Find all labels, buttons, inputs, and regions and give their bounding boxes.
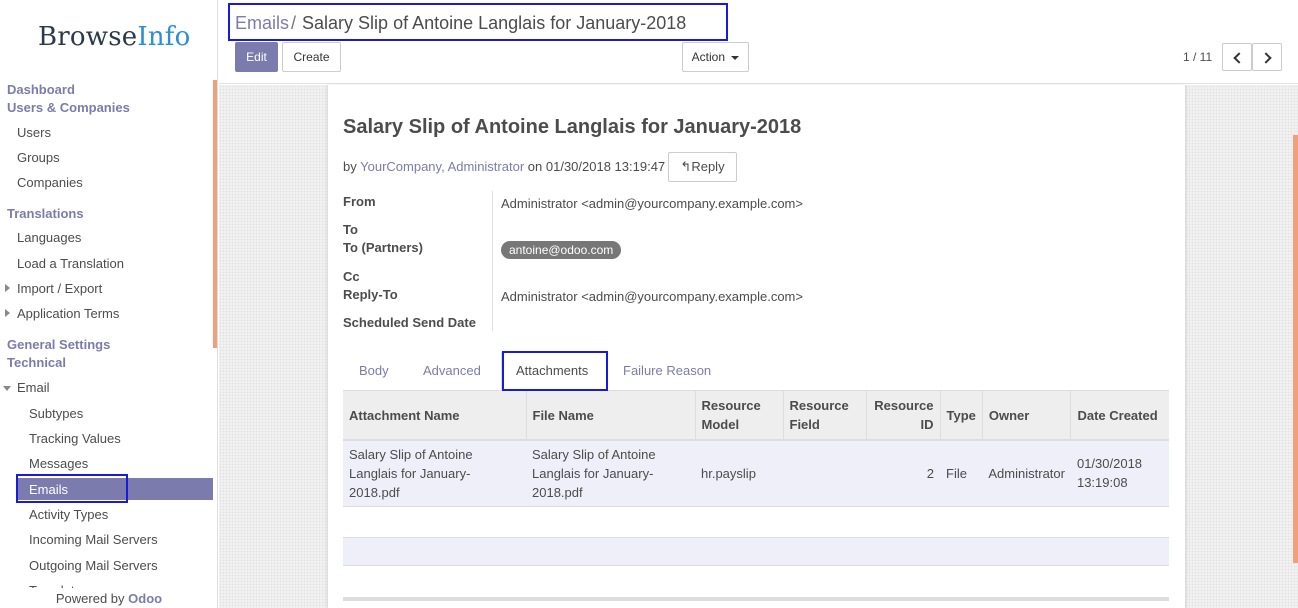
- brand-name-suffix: Info: [137, 22, 191, 52]
- on-label: on: [527, 159, 543, 174]
- attachments-tab-highlight-box: [502, 351, 608, 391]
- from-value: Administrator <admin@yourcompany.example…: [501, 196, 803, 211]
- column-header-date-created[interactable]: Date Created: [1070, 391, 1169, 441]
- column-header-resource-field[interactable]: Resource Field: [783, 391, 867, 441]
- action-label: Action: [691, 50, 725, 64]
- sidebar-section-technical[interactable]: Technical: [7, 355, 66, 370]
- sidebar-item-tracking-values[interactable]: Tracking Values: [29, 431, 121, 446]
- record-byline: by YourCompany, Administrator on 01/30/2…: [343, 159, 665, 174]
- to-label: To: [343, 222, 358, 237]
- sidebar-item-dashboard[interactable]: Dashboard: [7, 82, 75, 97]
- sidebar-item-messages[interactable]: Messages: [29, 456, 88, 471]
- table-empty-row: [343, 537, 1169, 566]
- author-link[interactable]: YourCompany, Administrator: [360, 159, 524, 174]
- sidebar-item-application-terms[interactable]: Application Terms: [17, 306, 119, 321]
- caret-right-icon: [5, 284, 10, 292]
- breadcrumb-highlight-box: [228, 3, 728, 41]
- brand-logo[interactable]: BrowseInfo: [38, 22, 190, 52]
- cell-resource-field: [783, 440, 866, 507]
- sidebar-item-companies[interactable]: Companies: [17, 175, 83, 190]
- fields-divider: [492, 191, 493, 331]
- pager-previous-button[interactable]: [1222, 43, 1252, 71]
- cell-owner: Administrator: [982, 440, 1071, 507]
- partner-tag[interactable]: antoine@odoo.com: [501, 241, 622, 259]
- sidebar-item-activity-types[interactable]: Activity Types: [29, 507, 108, 522]
- powered-by-brand[interactable]: Odoo: [128, 591, 162, 606]
- sidebar-section-general-settings[interactable]: General Settings: [7, 337, 110, 352]
- pager-next-button[interactable]: [1252, 43, 1282, 71]
- sidebar-item-incoming-mail-servers[interactable]: Incoming Mail Servers: [29, 532, 158, 547]
- by-label: by: [343, 159, 357, 174]
- reply-button[interactable]: ↰Reply: [668, 152, 737, 182]
- sidebar-item-users[interactable]: Users: [17, 125, 51, 140]
- column-header-type[interactable]: Type: [940, 391, 983, 441]
- control-panel: Emails / Salary Slip of Antoine Langlais f…: [219, 0, 1298, 84]
- pager-value[interactable]: 1 / 11: [1183, 50, 1212, 64]
- column-header-resource-model[interactable]: Resource Model: [695, 391, 784, 441]
- sidebar-section-users-companies[interactable]: Users & Companies: [7, 100, 130, 115]
- sidebar-section-translations[interactable]: Translations: [7, 206, 84, 221]
- record-date: 01/30/2018 13:19:47: [545, 159, 666, 174]
- edit-button[interactable]: Edit: [235, 42, 278, 72]
- record-title: Salary Slip of Antoine Langlais for Janu…: [343, 116, 802, 138]
- cell-file-name: Salary Slip of Antoine Langlais for Janu…: [526, 440, 695, 507]
- chevron-left-icon: [1232, 52, 1245, 64]
- sidebar-item-outgoing-mail-servers[interactable]: Outgoing Mail Servers: [29, 558, 158, 573]
- sidebar-item-languages[interactable]: Languages: [17, 230, 81, 245]
- sidebar-item-groups[interactable]: Groups: [17, 150, 60, 165]
- cc-label: Cc: [343, 269, 360, 284]
- cell-type: File: [940, 440, 983, 507]
- table-empty-row: [343, 567, 1169, 596]
- main-scrollbar[interactable]: [1293, 135, 1298, 563]
- attachments-table: Attachment Name File Name Resource Model…: [343, 391, 1169, 507]
- table-footer-rule: [343, 597, 1169, 601]
- scheduled-send-date-label: Scheduled Send Date: [343, 315, 476, 330]
- powered-by-footer: Powered by Odoo: [0, 588, 217, 608]
- sidebar: BrowseInfo Dashboard Users & Companies U…: [0, 0, 218, 608]
- cell-resource-model: hr.payslip: [695, 440, 783, 507]
- cell-date-created: 01/30/2018 13:19:08: [1070, 440, 1169, 507]
- column-header-resource-id[interactable]: Resource ID: [866, 391, 941, 441]
- sidebar-item-subtypes[interactable]: Subtypes: [29, 406, 83, 421]
- reply-to-label: Reply-To: [343, 287, 398, 302]
- to-partners-label: To (Partners): [343, 240, 423, 255]
- brand-name-prefix: Browse: [38, 22, 138, 52]
- tab-failure-reason[interactable]: Failure Reason: [623, 363, 711, 378]
- tab-advanced[interactable]: Advanced: [423, 363, 481, 378]
- column-header-attachment-name[interactable]: Attachment Name: [343, 391, 527, 441]
- tab-body[interactable]: Body: [359, 363, 389, 378]
- reply-to-value: Administrator <admin@yourcompany.example…: [501, 289, 803, 304]
- caret-right-icon: [5, 309, 10, 317]
- sidebar-scrollbar[interactable]: [213, 80, 217, 348]
- sidebar-item-import-export[interactable]: Import / Export: [17, 281, 102, 296]
- sidebar-item-email[interactable]: Email: [17, 380, 50, 395]
- create-button[interactable]: Create: [282, 42, 341, 72]
- column-header-owner[interactable]: Owner: [982, 391, 1072, 441]
- caret-down-icon: [731, 55, 740, 60]
- column-header-file-name[interactable]: File Name: [526, 391, 696, 441]
- cell-resource-id: 2: [866, 440, 940, 507]
- action-dropdown[interactable]: Action: [682, 42, 749, 72]
- emails-highlight-box: [16, 474, 128, 503]
- table-row[interactable]: Salary Slip of Antoine Langlais for Janu…: [343, 440, 1169, 507]
- chevron-right-icon: [1259, 52, 1272, 64]
- powered-by-label: Powered by: [55, 591, 125, 606]
- reply-label: Reply: [691, 159, 725, 174]
- table-empty-row: [343, 508, 1169, 537]
- sidebar-item-load-translation[interactable]: Load a Translation: [17, 256, 124, 271]
- from-label: From: [343, 194, 376, 209]
- table-header-row: Attachment Name File Name Resource Model…: [343, 391, 1169, 441]
- reply-icon: ↰: [680, 159, 692, 174]
- cell-attachment-name: Salary Slip of Antoine Langlais for Janu…: [343, 440, 526, 507]
- caret-down-icon: [3, 386, 11, 391]
